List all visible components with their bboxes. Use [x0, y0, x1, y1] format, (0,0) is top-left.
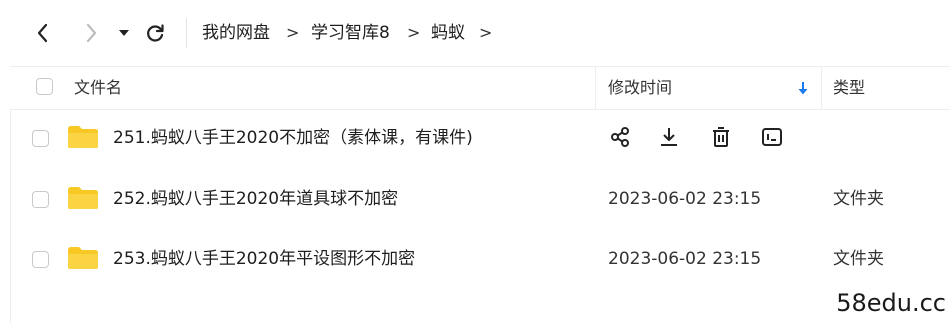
refresh-button[interactable]: [140, 18, 170, 48]
breadcrumb-separator: >: [479, 23, 493, 42]
watermark: 58edu.cc: [836, 289, 946, 317]
caret-down-icon: [119, 30, 129, 36]
breadcrumb-separator: >: [286, 23, 300, 42]
share-icon: [611, 127, 629, 147]
back-button[interactable]: [28, 18, 58, 48]
breadcrumb-item-folder[interactable]: 学习智库8: [311, 20, 390, 46]
toolbar: 我的网盘 > 学习智库8 > 蚂蚁 >: [0, 0, 950, 66]
column-divider: [595, 67, 596, 109]
chevron-right-icon: [86, 23, 97, 43]
row-checkbox[interactable]: [32, 251, 49, 268]
breadcrumb-separator: >: [407, 23, 421, 42]
folder-icon: [68, 187, 98, 209]
file-name[interactable]: 251.蚂蚁八手王2020不加密（素体课，有课件): [113, 125, 473, 151]
forward-button[interactable]: [76, 18, 106, 48]
breadcrumb-item-current[interactable]: 蚂蚁: [431, 20, 465, 46]
row-checkbox[interactable]: [32, 130, 49, 147]
rename-icon: [762, 128, 782, 146]
folder-icon: [68, 126, 98, 148]
share-button[interactable]: [607, 124, 633, 150]
file-type: 文件夹: [833, 189, 884, 209]
chevron-left-icon: [37, 23, 48, 43]
file-name[interactable]: 252.蚂蚁八手王2020年道具球不加密: [113, 186, 398, 212]
delete-button[interactable]: [708, 124, 734, 150]
column-divider: [821, 67, 822, 109]
column-header-name[interactable]: 文件名: [74, 67, 122, 109]
sort-arrow-down-icon[interactable]: [796, 80, 810, 96]
table-header: 文件名 修改时间 类型: [10, 66, 950, 110]
folder-icon: [68, 247, 98, 269]
file-type: 文件夹: [833, 249, 884, 269]
refresh-icon: [147, 24, 164, 42]
delete-icon: [713, 127, 729, 147]
toolbar-divider: [186, 18, 187, 48]
download-button[interactable]: [656, 124, 682, 150]
breadcrumb-item-root[interactable]: 我的网盘: [202, 20, 270, 46]
file-name[interactable]: 253.蚂蚁八手王2020年平设图形不加密: [113, 246, 415, 272]
table-row[interactable]: 253.蚂蚁八手王2020年平设图形不加密 2023-06-02 23:15 文…: [10, 229, 950, 289]
table-row[interactable]: 252.蚂蚁八手王2020年道具球不加密 2023-06-02 23:15 文件…: [10, 169, 950, 229]
table-row[interactable]: 251.蚂蚁八手王2020不加密（素体课，有课件): [10, 108, 950, 168]
row-checkbox[interactable]: [32, 191, 49, 208]
column-header-modified[interactable]: 修改时间: [608, 67, 672, 109]
history-dropdown-button[interactable]: [111, 18, 137, 48]
file-modified-time: 2023-06-02 23:15: [608, 249, 762, 269]
select-all-checkbox[interactable]: [36, 78, 53, 95]
download-icon: [661, 128, 677, 146]
column-header-type[interactable]: 类型: [833, 67, 865, 109]
rename-button[interactable]: [759, 124, 785, 150]
file-modified-time: 2023-06-02 23:15: [608, 189, 762, 209]
